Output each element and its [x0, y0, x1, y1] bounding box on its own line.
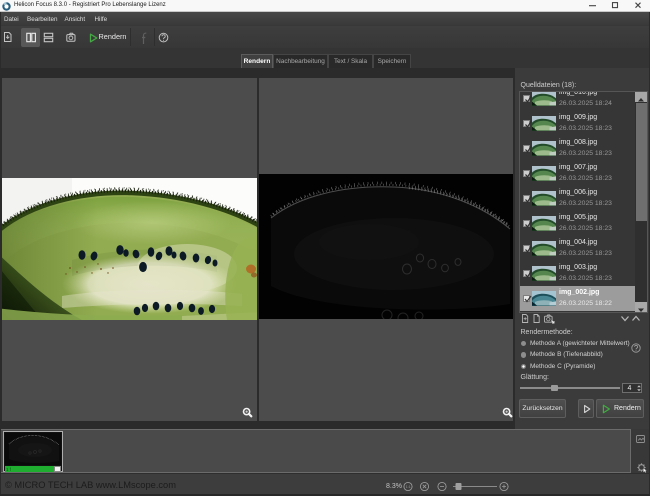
svg-text:1:1: 1:1	[406, 485, 411, 489]
